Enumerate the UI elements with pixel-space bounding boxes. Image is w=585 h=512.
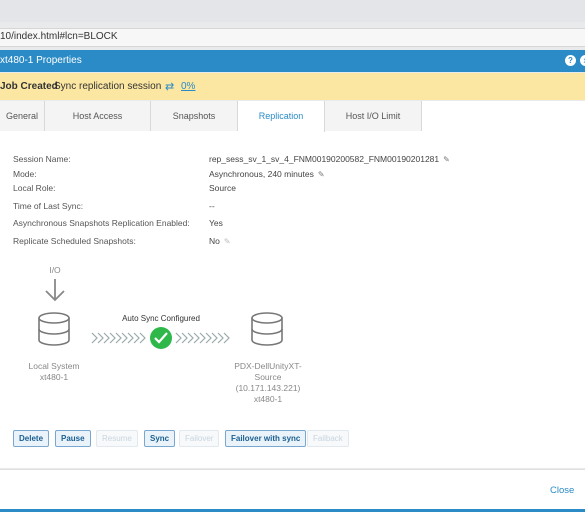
job-progress-link[interactable]: 0% bbox=[181, 81, 195, 92]
job-message: Sync replication session bbox=[54, 81, 162, 92]
failover-with-sync-button[interactable]: Failover with sync bbox=[225, 430, 307, 447]
browser-tab-strip bbox=[0, 0, 585, 22]
replication-panel: Session Name: rep_sess_sv_1_sv_4_FNM0019… bbox=[0, 132, 585, 468]
tab-replication[interactable]: Replication bbox=[238, 101, 325, 132]
sync-ok-icon bbox=[150, 327, 172, 349]
failover-button[interactable]: Failover bbox=[179, 430, 220, 447]
tab-snapshots[interactable]: Snapshots bbox=[151, 101, 238, 131]
job-notification-banner: Job Created Sync replication session ⇄ 0… bbox=[0, 73, 585, 100]
remote-line-2: Source bbox=[254, 372, 282, 382]
tab-host-io-limit[interactable]: Host I/O Limit bbox=[325, 101, 422, 131]
remote-line-1: PDX-DellUnityXT- bbox=[234, 361, 302, 371]
dialog-title: xt480-1 Properties bbox=[0, 55, 82, 66]
local-system-sub: xt480-1 bbox=[39, 372, 69, 382]
delete-button[interactable]: Delete bbox=[13, 430, 50, 447]
io-arrow-icon bbox=[45, 279, 65, 302]
help-icon[interactable]: ? bbox=[565, 55, 576, 66]
close-icon[interactable]: x bbox=[580, 55, 585, 66]
auto-sync-status: Auto Sync Configured bbox=[122, 314, 200, 323]
tab-bar: General Host Access Snapshots Replicatio… bbox=[0, 101, 585, 133]
remote-line-3: (10.171.143.221) bbox=[235, 383, 301, 393]
remote-storage-icon bbox=[251, 312, 283, 346]
job-title: Job Created bbox=[0, 81, 58, 92]
pause-button[interactable]: Pause bbox=[55, 430, 91, 447]
url-text[interactable]: 10/index.html#lcn=BLOCK bbox=[0, 31, 118, 42]
local-storage-icon bbox=[38, 312, 70, 346]
tab-general[interactable]: General bbox=[0, 101, 45, 131]
remote-line-4: xt480-1 bbox=[253, 394, 283, 404]
resume-button[interactable]: Resume bbox=[96, 430, 138, 447]
sync-icon: ⇄ bbox=[165, 81, 175, 93]
tab-host-access[interactable]: Host Access bbox=[45, 101, 151, 131]
address-bar[interactable]: 10/index.html#lcn=BLOCK bbox=[0, 28, 585, 47]
failback-button[interactable]: Failback bbox=[307, 430, 349, 447]
sync-button[interactable]: Sync bbox=[144, 430, 176, 447]
dialog-title-bar: xt480-1 Properties ? x bbox=[0, 50, 585, 72]
local-system-name: Local System bbox=[28, 361, 80, 371]
dialog-footer: Close bbox=[0, 469, 585, 510]
close-button[interactable]: Close bbox=[550, 485, 574, 496]
